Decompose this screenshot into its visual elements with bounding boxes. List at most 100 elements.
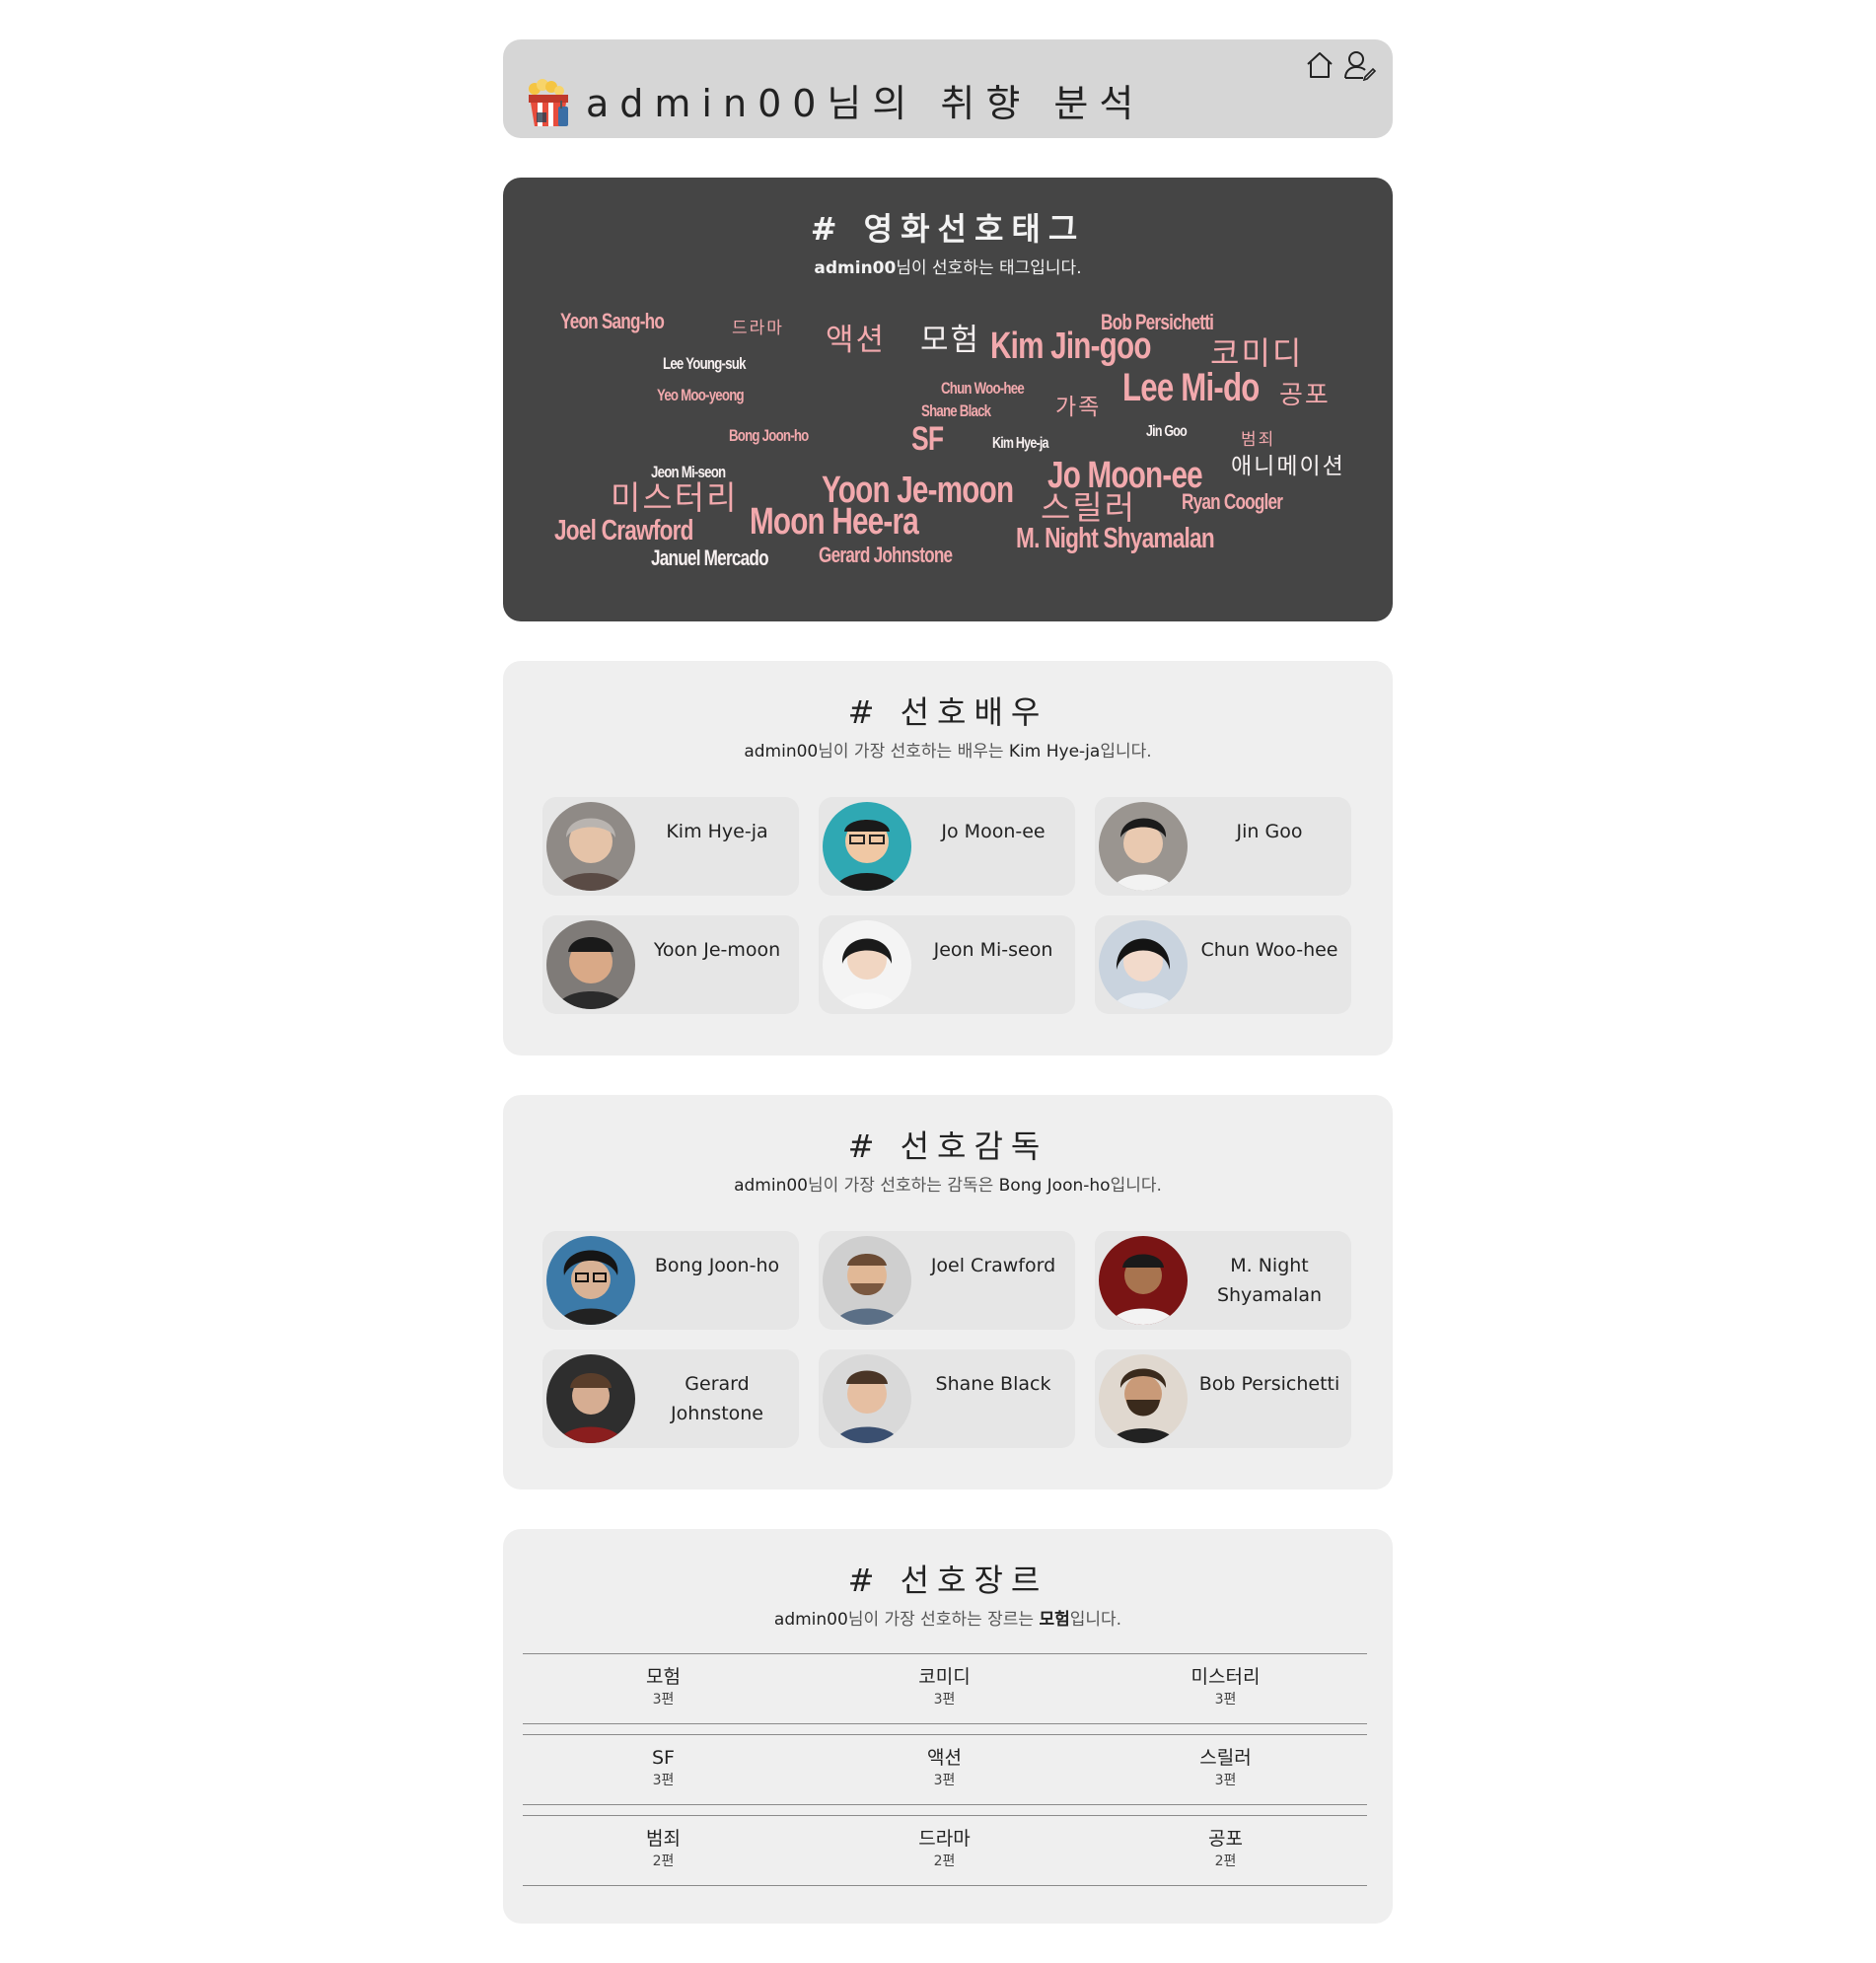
genres-subtitle: admin00님이 가장 선호하는 장르는 모험입니다. (503, 1608, 1393, 1632)
subtitle-text: 님이 가장 선호하는 감독은 (807, 1176, 999, 1196)
genre-cell: 모험 3편 (523, 1664, 804, 1709)
tag[interactable]: 코미디 (1210, 337, 1303, 369)
genre-row: 범죄 2편 드라마 2편 공포 2편 (523, 1815, 1367, 1886)
home-icon[interactable] (1304, 49, 1335, 81)
tag[interactable]: Yeo Moo-yeong (657, 387, 745, 403)
director-card[interactable]: Joel Crawford (819, 1231, 1075, 1330)
director-name: Bob Persichetti (1198, 1373, 1340, 1395)
tag[interactable]: SF (911, 422, 944, 456)
actor-name: Jeon Mi-seon (933, 939, 1053, 961)
tag[interactable]: 애니메이션 (1231, 456, 1345, 478)
tag[interactable]: Shane Black (921, 402, 991, 419)
genre-cell: 드라마 2편 (804, 1826, 1085, 1871)
tag[interactable]: Januel Mercado (651, 547, 769, 569)
actor-name: Yoon Je-moon (653, 939, 781, 961)
tag-cloud-panel: # 영화선호태그 admin00님이 선호하는 태그입니다. Yeon Sang… (503, 178, 1393, 621)
tag[interactable]: Moon Hee-ra (750, 503, 919, 541)
favorite-actors-section: # 선호배우 admin00님이 가장 선호하는 배우는 Kim Hye-ja입… (503, 661, 1393, 1055)
directors-title: # 선호감독 (847, 1127, 1048, 1165)
director-card[interactable]: Bong Joon-ho (542, 1231, 799, 1330)
genre-count: 2편 (933, 1854, 956, 1869)
tag[interactable]: Lee Mi-do (1122, 368, 1260, 407)
director-avatar (546, 1354, 635, 1443)
actor-name: Kim Hye-ja (666, 821, 768, 842)
tag[interactable]: 미스터리 (611, 481, 738, 514)
subtitle-text: 입니다. (1069, 1610, 1122, 1630)
director-name: Gerard Johnstone (670, 1373, 764, 1424)
director-avatar (823, 1236, 911, 1325)
actor-card[interactable]: Jeon Mi-seon (819, 915, 1075, 1014)
genre-count: 3편 (933, 1773, 956, 1788)
genre-count: 3편 (1214, 1692, 1237, 1708)
genre-cell: 공포 2편 (1085, 1826, 1366, 1871)
tag[interactable]: Bob Persichetti (1101, 312, 1214, 333)
actor-name: Jo Moon-ee (941, 821, 1046, 842)
actor-avatar (546, 920, 635, 1009)
subtitle-text: 입니다. (1110, 1176, 1162, 1196)
tag[interactable]: M. Night Shyamalan (1016, 525, 1215, 553)
actors-subtitle: admin00님이 가장 선호하는 배우는 Kim Hye-ja입니다. (503, 740, 1393, 763)
genre-name: 코미디 (918, 1666, 971, 1688)
genre-name: 스릴러 (1199, 1747, 1252, 1769)
tag[interactable]: 범죄 (1241, 432, 1275, 449)
genre-cell: 코미디 3편 (804, 1664, 1085, 1709)
tag[interactable]: 공포 (1279, 383, 1331, 408)
director-card[interactable]: M. Night Shyamalan (1095, 1231, 1351, 1330)
genre-cell: 스릴러 3편 (1085, 1745, 1366, 1790)
tag[interactable]: 스릴러 (1041, 491, 1136, 524)
genre-cell: 범죄 2편 (523, 1826, 804, 1871)
tag[interactable]: 드라마 (732, 321, 784, 337)
genres-title: # 선호장르 (847, 1562, 1048, 1599)
directors-subtitle: admin00님이 가장 선호하는 감독은 Bong Joon-ho입니다. (503, 1174, 1393, 1198)
genre-count: 3편 (652, 1773, 675, 1788)
actor-card[interactable]: Jo Moon-ee (819, 797, 1075, 896)
genre-count: 2편 (652, 1854, 675, 1869)
tag[interactable]: Jin Goo (1146, 424, 1188, 440)
subtitle-top-actor: Kim Hye-ja (1008, 742, 1101, 762)
actor-card[interactable]: Chun Woo-hee (1095, 915, 1351, 1014)
header-bar: admin00님의 취향 분석 (503, 39, 1393, 138)
director-avatar (546, 1236, 635, 1325)
tag[interactable]: Chun Woo-hee (941, 380, 1025, 397)
genre-row: SF 3편 액션 3편 스릴러 3편 (523, 1734, 1367, 1805)
tag[interactable]: Bong Joon-ho (729, 427, 809, 444)
subtitle-text: 님이 선호하는 태그입니다. (896, 258, 1082, 278)
tag[interactable]: Yeon Sang-ho (560, 311, 665, 332)
tag[interactable]: Ryan Coogler (1182, 491, 1283, 513)
user-icon[interactable] (1343, 49, 1377, 81)
tag-cloud-subtitle: admin00님이 선호하는 태그입니다. (503, 256, 1393, 280)
actor-name: Chun Woo-hee (1200, 939, 1338, 961)
tag[interactable]: 액션 (826, 326, 886, 356)
actor-card[interactable]: Kim Hye-ja (542, 797, 799, 896)
subtitle-text: 님이 가장 선호하는 장르는 (847, 1610, 1040, 1630)
genre-count: 3편 (933, 1692, 956, 1708)
subtitle-text: 님이 가장 선호하는 배우는 (818, 742, 1009, 762)
tag[interactable]: Kim Hye-ja (992, 436, 1048, 452)
actor-card[interactable]: Yoon Je-moon (542, 915, 799, 1014)
director-name: Bong Joon-ho (654, 1255, 780, 1276)
genre-name: SF (652, 1747, 675, 1769)
tag[interactable]: Joel Crawford (554, 517, 693, 545)
genre-row: 모험 3편 코미디 3편 미스터리 3편 (523, 1653, 1367, 1724)
genre-name: 범죄 (646, 1828, 681, 1850)
director-card[interactable]: Gerard Johnstone (542, 1349, 799, 1448)
actor-name: Jin Goo (1236, 821, 1303, 842)
tag[interactable]: 가족 (1055, 397, 1101, 419)
tag[interactable]: 모험 (920, 326, 980, 356)
favorite-genres-section: # 선호장르 admin00님이 가장 선호하는 장르는 모험입니다. 모험 3편… (503, 1529, 1393, 1924)
director-name: Joel Crawford (930, 1255, 1056, 1276)
director-card[interactable]: Shane Black (819, 1349, 1075, 1448)
actor-card[interactable]: Jin Goo (1095, 797, 1351, 896)
director-card[interactable]: Bob Persichetti (1095, 1349, 1351, 1448)
subtitle-user: admin00 (734, 1176, 808, 1196)
genre-name: 미스터리 (1191, 1666, 1261, 1688)
subtitle-top-director: Bong Joon-ho (998, 1176, 1111, 1196)
actor-avatar (1099, 802, 1188, 891)
tag[interactable]: Gerard Johnstone (819, 545, 953, 566)
director-avatar (1099, 1236, 1188, 1325)
page-title: admin00님의 취향 분석 (586, 82, 1145, 125)
genre-count: 3편 (1214, 1773, 1237, 1788)
subtitle-top-genre: 모험 (1039, 1610, 1070, 1630)
favorite-directors-section: # 선호감독 admin00님이 가장 선호하는 감독은 Bong Joon-h… (503, 1095, 1393, 1490)
tag[interactable]: Lee Young-suk (663, 355, 746, 372)
